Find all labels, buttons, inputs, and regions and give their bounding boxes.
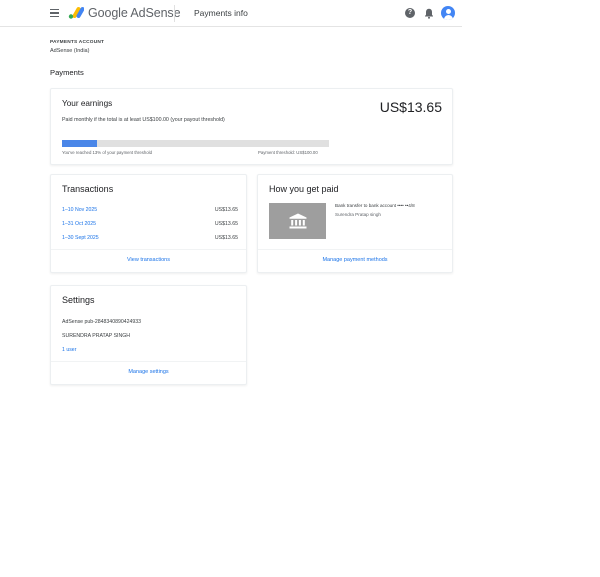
avatar-body [443, 15, 453, 20]
header-divider [174, 5, 175, 22]
transaction-date-link[interactable]: 1–10 Nov 2025 [62, 207, 97, 213]
payments-account-name: AdSense (India) [50, 48, 90, 54]
transaction-row: 1–30 Sept 2025 US$13.65 [62, 235, 238, 245]
page: Google AdSense Payments info ? PAYMENTS … [0, 0, 462, 577]
publisher-id: AdSense pub-2848340890424933 [62, 319, 142, 325]
bank-icon-box [269, 203, 326, 239]
transaction-amount: US$13.65 [214, 235, 238, 241]
transaction-date-link[interactable]: 1–30 Sept 2025 [62, 235, 99, 241]
settings-footer: Manage settings [51, 361, 246, 384]
settings-card: Settings AdSense pub-2848340890424933 SU… [50, 285, 247, 385]
view-transactions-link[interactable]: View transactions [51, 257, 246, 263]
how-you-get-paid-title: How you get paid [269, 184, 339, 194]
transactions-title: Transactions [62, 184, 114, 194]
menu-icon[interactable] [50, 9, 59, 17]
transactions-footer: View transactions [51, 249, 246, 272]
transaction-date-link[interactable]: 1–31 Oct 2025 [62, 221, 96, 227]
top-app-bar: Google AdSense Payments info ? [0, 0, 462, 27]
earnings-description: Paid monthly if the total is at least US… [62, 117, 225, 123]
payee-name: SURENDRA PRATAP SINGH [62, 333, 131, 339]
transaction-amount: US$13.65 [214, 207, 238, 213]
earnings-amount: US$13.65 [379, 99, 442, 115]
bell-icon[interactable] [424, 8, 434, 19]
page-title: Payments info [194, 8, 248, 18]
progress-reached-label: You've reached 13% of your payment thres… [62, 150, 152, 155]
brand-name[interactable]: Google AdSense [88, 6, 181, 20]
transaction-row: 1–31 Oct 2025 US$13.65 [62, 221, 238, 231]
adsense-logo-icon [68, 7, 84, 19]
transaction-amount: US$13.65 [214, 221, 238, 227]
transactions-card: Transactions 1–10 Nov 2025 US$13.65 1–31… [50, 174, 247, 273]
account-holder-name: Surendra Pratap singh [335, 212, 381, 217]
how-you-get-paid-card: How you get paid Bank transfer to bank a… [257, 174, 453, 273]
threshold-progress-bar [62, 140, 329, 147]
earnings-card: Your earnings US$13.65 Paid monthly if t… [50, 88, 453, 165]
payment-method-text: Bank transfer to bank account •••• ••4/8 [335, 203, 415, 208]
manage-settings-link[interactable]: Manage settings [51, 369, 246, 375]
avatar[interactable] [441, 6, 455, 20]
threshold-progress-fill [62, 140, 97, 147]
how-you-get-paid-footer: Manage payment methods [258, 249, 452, 272]
avatar-head [445, 9, 451, 14]
payments-account-label: PAYMENTS ACCOUNT [50, 40, 105, 45]
transaction-row: 1–10 Nov 2025 US$13.65 [62, 207, 238, 217]
manage-payment-methods-link[interactable]: Manage payment methods [258, 257, 452, 263]
bank-icon [289, 213, 306, 229]
earnings-title: Your earnings [62, 99, 113, 108]
settings-title: Settings [62, 295, 95, 305]
help-icon[interactable]: ? [405, 8, 415, 18]
progress-threshold-label: Payment threshold: US$100.00 [258, 150, 318, 155]
users-link[interactable]: 1 user [62, 347, 76, 353]
section-title: Payments [50, 68, 84, 77]
